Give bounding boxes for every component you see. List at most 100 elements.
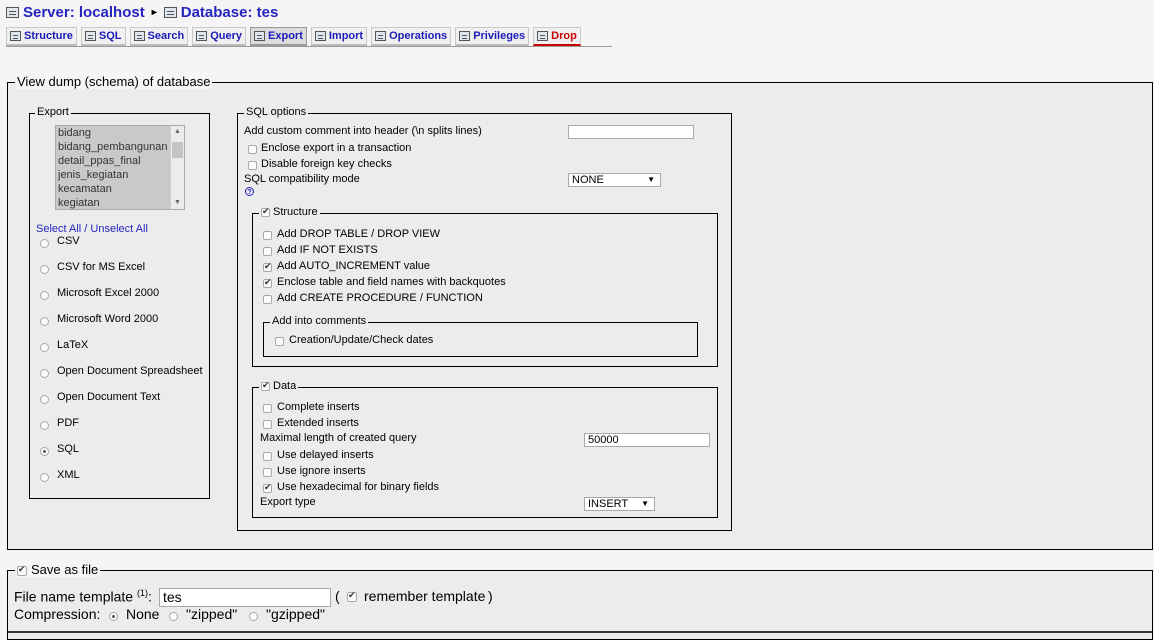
format-csv-excel-label[interactable]: CSV for MS Excel <box>57 261 145 273</box>
sql-icon <box>84 31 96 41</box>
compression-none-label[interactable]: None <box>126 606 159 622</box>
unselect-all-link[interactable]: Unselect All <box>90 223 147 235</box>
list-item[interactable]: kecamatan <box>56 182 184 196</box>
comment-input[interactable] <box>568 125 694 139</box>
format-word-radio[interactable] <box>40 317 49 326</box>
hex-binary-label[interactable]: Use hexadecimal for binary fields <box>277 481 439 493</box>
disable-fk-checkbox[interactable] <box>248 161 257 170</box>
list-item[interactable]: kegiatan <box>56 196 184 209</box>
enclose-transaction-checkbox[interactable] <box>248 145 257 154</box>
drop-table-checkbox[interactable] <box>263 231 272 240</box>
format-pdf-label[interactable]: PDF <box>57 417 79 429</box>
remember-template-label[interactable]: remember template <box>364 588 485 604</box>
data-legend: Data <box>259 380 299 392</box>
structure-checkbox[interactable] <box>261 206 270 217</box>
export-legend: Export <box>35 106 71 118</box>
format-sql-label[interactable]: SQL <box>57 443 79 455</box>
list-item[interactable]: bidang <box>56 126 184 140</box>
file-name-template-input[interactable]: tes <box>159 588 331 607</box>
disable-fk-label[interactable]: Disable foreign key checks <box>261 158 392 170</box>
format-odt-label[interactable]: Open Document Text <box>57 391 160 403</box>
export-type-select[interactable]: INSERT ▼ <box>584 497 655 511</box>
list-item[interactable]: jenis_kegiatan <box>56 168 184 182</box>
format-csv-radio[interactable] <box>40 239 49 248</box>
tab-search[interactable]: Search <box>129 27 189 46</box>
ignore-inserts-label[interactable]: Use ignore inserts <box>277 465 366 477</box>
drop-table-label[interactable]: Add DROP TABLE / DROP VIEW <box>277 228 440 240</box>
save-legend: Save as file <box>15 562 101 577</box>
structure-legend-label[interactable]: Structure <box>273 206 318 218</box>
select-all-link[interactable]: Select All <box>36 223 81 235</box>
remember-template-checkbox[interactable] <box>347 590 357 602</box>
compression-none-radio[interactable] <box>109 612 118 621</box>
extended-inserts-label[interactable]: Extended inserts <box>277 417 359 429</box>
ignore-inserts-checkbox[interactable] <box>263 468 272 477</box>
compression-gzipped-label[interactable]: "gzipped" <box>266 606 325 622</box>
comment-label: Add custom comment into header (\n split… <box>244 125 482 137</box>
tab-privileges[interactable]: Privileges <box>455 27 530 46</box>
scroll-up-icon[interactable]: ▲ <box>171 126 184 138</box>
data-checkbox[interactable] <box>261 380 270 391</box>
extended-inserts-checkbox[interactable] <box>263 420 272 429</box>
tab-query[interactable]: Query <box>192 27 247 46</box>
enclose-transaction-label[interactable]: Enclose export in a transaction <box>261 142 411 154</box>
list-item[interactable]: detail_ppas_final <box>56 154 184 168</box>
format-xml-label[interactable]: XML <box>57 469 80 481</box>
create-procedure-checkbox[interactable] <box>263 295 272 304</box>
if-not-exists-label[interactable]: Add IF NOT EXISTS <box>277 244 378 256</box>
delayed-inserts-checkbox[interactable] <box>263 452 272 461</box>
help-icon[interactable]: ? <box>245 187 254 196</box>
complete-inserts-label[interactable]: Complete inserts <box>277 401 360 413</box>
save-as-file-checkbox[interactable] <box>17 564 27 576</box>
tab-label: Privileges <box>473 30 526 42</box>
dates-checkbox[interactable] <box>275 337 284 346</box>
if-not-exists-checkbox[interactable] <box>263 247 272 256</box>
format-odt-radio[interactable] <box>40 395 49 404</box>
table-listbox[interactable]: bidang bidang_pembangunan detail_ppas_fi… <box>55 125 185 210</box>
tab-structure[interactable]: Structure <box>6 27 77 46</box>
format-excel-radio[interactable] <box>40 291 49 300</box>
compression-gzipped-radio[interactable] <box>249 612 258 621</box>
format-word-label[interactable]: Microsoft Word 2000 <box>57 313 158 325</box>
hex-binary-checkbox[interactable] <box>263 482 272 493</box>
breadcrumb: Server: localhost ▸ Database: tes <box>6 3 278 21</box>
format-latex-label[interactable]: LaTeX <box>57 339 88 351</box>
compat-select[interactable]: NONE ▼ <box>568 173 661 187</box>
tab-sql[interactable]: SQL <box>80 27 126 46</box>
format-csv-excel-radio[interactable] <box>40 265 49 274</box>
list-item[interactable]: bidang_pembangunan <box>56 140 184 154</box>
breadcrumb-database[interactable]: Database: tes <box>181 4 279 21</box>
tab-drop[interactable]: Drop <box>533 27 581 46</box>
compression-zipped-label[interactable]: "zipped" <box>186 606 237 622</box>
data-legend-label[interactable]: Data <box>273 380 296 392</box>
create-procedure-label[interactable]: Add CREATE PROCEDURE / FUNCTION <box>277 292 483 304</box>
tab-import[interactable]: Import <box>310 27 368 46</box>
breadcrumb-server[interactable]: Server: localhost <box>23 4 145 21</box>
compression-zipped-radio[interactable] <box>169 612 178 621</box>
tab-export[interactable]: Export <box>250 27 307 46</box>
max-query-input[interactable]: 50000 <box>584 433 710 447</box>
compat-label: SQL compatibility mode <box>244 173 360 185</box>
delayed-inserts-label[interactable]: Use delayed inserts <box>277 449 374 461</box>
format-ods-label[interactable]: Open Document Spreadsheet <box>57 365 203 377</box>
save-as-file-label[interactable]: Save as file <box>31 562 98 577</box>
scroll-thumb[interactable] <box>172 142 183 158</box>
auto-increment-label[interactable]: Add AUTO_INCREMENT value <box>277 260 430 272</box>
backquotes-checkbox[interactable] <box>263 277 272 288</box>
complete-inserts-checkbox[interactable] <box>263 404 272 413</box>
tab-operations[interactable]: Operations <box>371 27 452 46</box>
format-sql-radio[interactable] <box>40 447 49 456</box>
format-ods-radio[interactable] <box>40 369 49 378</box>
format-excel-label[interactable]: Microsoft Excel 2000 <box>57 287 159 299</box>
auto-increment-checkbox[interactable] <box>263 261 272 272</box>
listbox-scrollbar[interactable]: ▲ ▼ <box>170 126 184 209</box>
compat-value: NONE <box>572 174 604 186</box>
format-latex-radio[interactable] <box>40 343 49 352</box>
scroll-down-icon[interactable]: ▼ <box>171 197 184 209</box>
format-pdf-radio[interactable] <box>40 421 49 430</box>
format-csv-label[interactable]: CSV <box>57 235 80 247</box>
template-label: File name template <box>14 588 134 605</box>
dates-label[interactable]: Creation/Update/Check dates <box>289 334 433 346</box>
format-xml-radio[interactable] <box>40 473 49 482</box>
backquotes-label[interactable]: Enclose table and field names with backq… <box>277 276 506 288</box>
